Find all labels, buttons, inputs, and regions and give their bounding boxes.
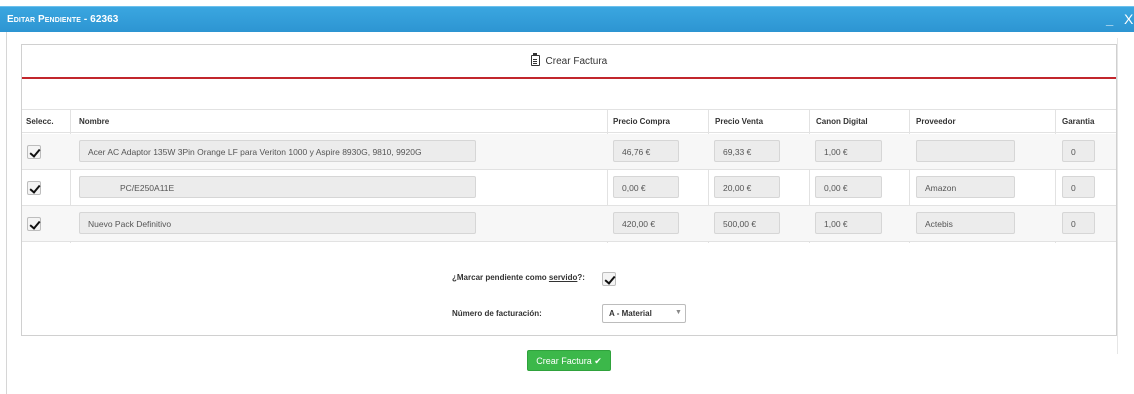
create-invoice-button[interactable]: Crear Factura ✔ — [527, 350, 611, 371]
window-titlebar[interactable]: Editar Pendiente - 62363 _ X — [0, 6, 1134, 32]
table-header: Selecc. Nombre Precio Compra Precio Vent… — [22, 109, 1116, 133]
precio-compra-field[interactable]: 420,00 € — [613, 212, 679, 234]
col-selecc: Selecc. — [26, 117, 54, 126]
window-left-border — [6, 32, 7, 394]
row-select-checkbox[interactable] — [27, 145, 41, 159]
invoice-panel: Crear Factura Selecc. Nombre Precio Comp… — [21, 44, 1117, 336]
col-proveedor: Proveedor — [916, 117, 956, 126]
row-select-checkbox[interactable] — [27, 181, 41, 195]
canon-digital-field[interactable]: 0,00 € — [815, 176, 882, 198]
window-title: Editar Pendiente - 62363 — [7, 14, 119, 25]
col-canon-digital: Canon Digital — [816, 117, 868, 126]
minimize-icon[interactable]: _ — [1106, 12, 1116, 27]
billing-number-value: A - Material — [609, 309, 652, 318]
col-garantia: Garantia — [1062, 117, 1095, 126]
panel-header: Crear Factura — [22, 45, 1116, 79]
garantia-field[interactable]: 0 — [1062, 140, 1095, 162]
served-label: ¿Marcar pendiente como servido?: — [452, 273, 585, 282]
close-icon[interactable]: X — [1124, 11, 1134, 27]
proveedor-field[interactable]: Actebis — [916, 212, 1015, 234]
precio-venta-field[interactable]: 20,00 € — [714, 176, 780, 198]
scrollbar-track[interactable] — [1117, 38, 1118, 354]
garantia-field[interactable]: 0 — [1062, 176, 1095, 198]
billing-number-select[interactable]: A - Material ▼ — [602, 304, 686, 323]
clipboard-icon — [530, 53, 540, 66]
table-row: Nuevo Pack Definitivo 420,00 € 500,00 € … — [22, 206, 1116, 242]
chevron-down-icon: ▼ — [675, 309, 682, 316]
billing-number-label: Número de facturación: — [452, 309, 542, 318]
nombre-field[interactable]: Acer AC Adaptor 135W 3Pin Orange LF para… — [79, 140, 476, 162]
nombre-field[interactable]: PC/E250A11E — [79, 176, 476, 198]
canon-digital-field[interactable]: 1,00 € — [815, 140, 882, 162]
table-row: PC/E250A11E 0,00 € 20,00 € 0,00 € Amazon… — [22, 170, 1116, 206]
precio-compra-field[interactable]: 46,76 € — [613, 140, 679, 162]
row-select-checkbox[interactable] — [27, 217, 41, 231]
edit-pending-window: Editar Pendiente - 62363 _ X Crear Factu… — [0, 0, 1134, 394]
servido-link[interactable]: servido — [549, 273, 577, 282]
nombre-field[interactable]: Nuevo Pack Definitivo — [79, 212, 476, 234]
precio-compra-field[interactable]: 0,00 € — [613, 176, 679, 198]
mark-served-checkbox[interactable] — [602, 272, 616, 286]
garantia-field[interactable]: 0 — [1062, 212, 1095, 234]
canon-digital-field[interactable]: 1,00 € — [815, 212, 882, 234]
panel-title: Crear Factura — [545, 56, 608, 67]
col-nombre: Nombre — [79, 117, 110, 126]
table-row: Acer AC Adaptor 135W 3Pin Orange LF para… — [22, 134, 1116, 170]
precio-venta-field[interactable]: 69,33 € — [714, 140, 780, 162]
col-precio-venta: Precio Venta — [715, 117, 764, 126]
proveedor-field[interactable] — [916, 140, 1015, 162]
proveedor-field[interactable]: Amazon — [916, 176, 1015, 198]
precio-venta-field[interactable]: 500,00 € — [714, 212, 780, 234]
col-precio-compra: Precio Compra — [613, 117, 670, 126]
